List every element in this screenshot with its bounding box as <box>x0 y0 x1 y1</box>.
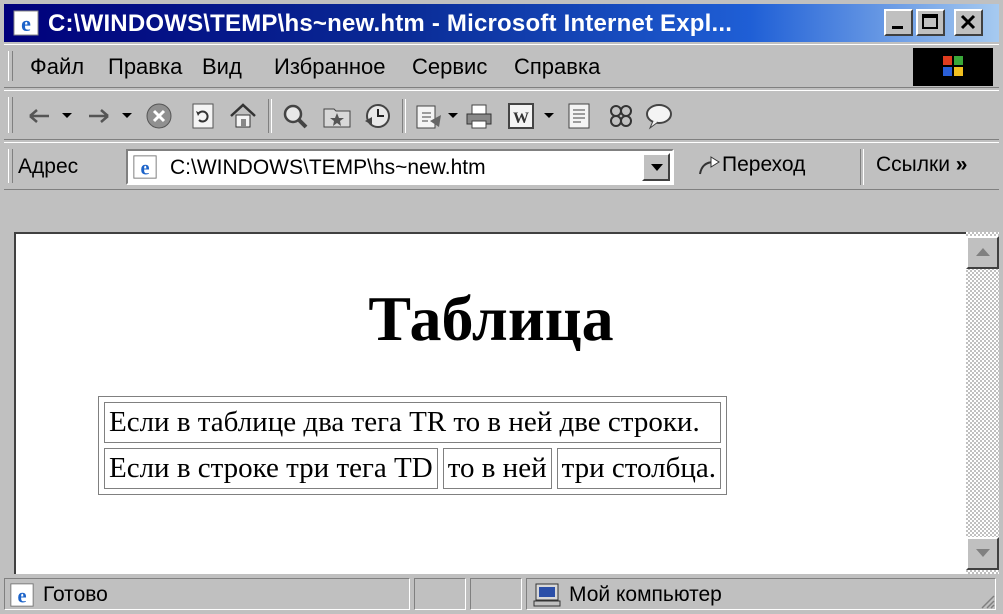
title-bar[interactable]: e C:\WINDOWS\TEMP\hs~new.htm - Microsoft… <box>4 4 999 42</box>
minimize-button[interactable] <box>884 9 913 36</box>
maximize-icon <box>922 14 938 29</box>
address-input[interactable]: e C:\WINDOWS\TEMP\hs~new.htm <box>126 149 674 185</box>
address-url: C:\WINDOWS\TEMP\hs~new.htm <box>170 156 486 179</box>
svg-text:W: W <box>513 110 529 127</box>
status-text: Готово <box>43 583 108 606</box>
history-icon[interactable] <box>362 101 392 131</box>
table-cell: то в ней <box>442 448 552 489</box>
close-icon <box>960 14 976 30</box>
windows-logo-icon <box>913 48 993 86</box>
address-bar: Адрес e C:\WINDOWS\TEMP\hs~new.htm Перех… <box>4 142 999 190</box>
resize-grip-icon[interactable] <box>979 593 995 609</box>
print-icon[interactable] <box>464 101 494 131</box>
search-icon[interactable] <box>280 101 310 131</box>
menu-edit[interactable]: Правка <box>108 54 182 80</box>
menu-tools[interactable]: Сервис <box>412 54 487 80</box>
links-button[interactable]: Ссылки » <box>876 153 967 177</box>
table-cell: три столбца. <box>556 448 722 489</box>
table-cell: Если в таблице два тега TR то в ней две … <box>104 402 722 443</box>
menu-file[interactable]: Файл <box>30 54 84 80</box>
table-row: Если в таблице два тега TR то в ней две … <box>104 402 722 443</box>
status-zone-cell: Мой компьютер <box>526 578 996 610</box>
refresh-icon[interactable] <box>188 101 218 131</box>
discuss-icon[interactable] <box>564 101 594 131</box>
messenger-icon[interactable] <box>606 101 636 131</box>
favorites-icon[interactable] <box>322 101 352 131</box>
address-label: Адрес <box>18 155 79 178</box>
chevron-right-icon: » <box>955 153 968 176</box>
go-arrow-icon <box>699 156 720 175</box>
status-bar: e Готово Мой компьютер <box>4 576 999 612</box>
svg-text:e: e <box>21 11 31 36</box>
menu-view[interactable]: Вид <box>202 54 242 80</box>
go-label: Переход <box>722 153 806 176</box>
stop-icon[interactable] <box>144 101 174 131</box>
page-heading: Таблица <box>368 283 614 354</box>
page-content: Таблица Если в таблице два тега TR то в … <box>14 232 966 574</box>
svg-text:e: e <box>140 157 149 179</box>
table-cell: Если в строке три тега TD <box>104 448 438 489</box>
ie-page-icon: e <box>10 583 34 607</box>
status-zone-text: Мой компьютер <box>569 583 722 606</box>
back-dropdown[interactable] <box>62 113 72 118</box>
chat-icon[interactable] <box>644 101 674 131</box>
menu-grip[interactable] <box>8 51 13 81</box>
mail-dropdown[interactable] <box>448 113 458 118</box>
window-title: C:\WINDOWS\TEMP\hs~new.htm - Microsoft I… <box>48 10 733 37</box>
svg-text:e: e <box>17 585 26 607</box>
menu-bar: Файл Правка Вид Избранное Сервис Справка <box>4 44 999 88</box>
status-main-cell: e Готово <box>4 578 410 610</box>
mail-icon[interactable] <box>414 101 444 131</box>
table-row: Если в строке три тега TD то в ней три с… <box>104 448 722 489</box>
browser-window: e C:\WINDOWS\TEMP\hs~new.htm - Microsoft… <box>0 0 1003 614</box>
menu-help[interactable]: Справка <box>514 54 600 80</box>
links-label: Ссылки <box>876 153 950 176</box>
address-dropdown-button[interactable] <box>642 153 670 181</box>
close-button[interactable] <box>954 9 983 36</box>
demo-table: Если в таблице два тега TR то в ней две … <box>98 396 728 495</box>
maximize-button[interactable] <box>916 9 945 36</box>
vertical-scrollbar[interactable] <box>966 232 999 574</box>
menu-favorites[interactable]: Избранное <box>274 54 386 80</box>
forward-icon[interactable] <box>84 101 114 131</box>
scroll-down-button[interactable] <box>966 537 999 570</box>
forward-dropdown[interactable] <box>122 113 132 118</box>
ie-page-icon: e <box>133 155 157 179</box>
toolbar-grip[interactable] <box>8 97 13 133</box>
standard-toolbar: W <box>4 90 999 140</box>
home-icon[interactable] <box>228 101 258 131</box>
computer-icon <box>533 583 561 607</box>
minimize-icon <box>892 26 903 29</box>
address-grip[interactable] <box>8 149 13 183</box>
edit-word-icon[interactable]: W <box>506 101 536 131</box>
back-icon[interactable] <box>24 101 54 131</box>
edit-dropdown[interactable] <box>544 113 554 118</box>
scroll-up-button[interactable] <box>966 236 999 269</box>
ie-page-icon: e <box>13 10 39 36</box>
go-button[interactable]: Переход <box>696 153 805 177</box>
